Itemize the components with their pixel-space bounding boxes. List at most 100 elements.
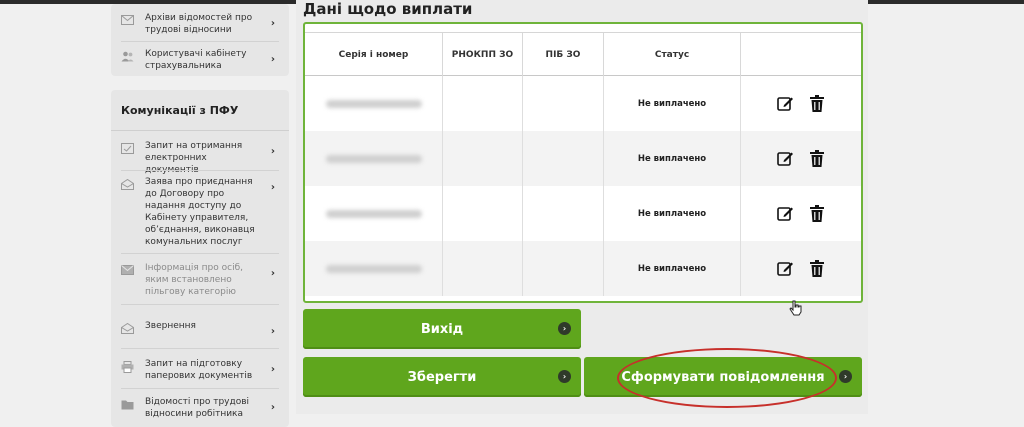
- edit-icon[interactable]: [776, 260, 794, 278]
- payment-data-table: Серія і номер РНОКПП ЗО ПІБ ЗО Статус Не…: [303, 22, 863, 303]
- redacted-value: [325, 264, 422, 273]
- cell-status: Не виплачено: [604, 131, 741, 186]
- cell-full-name: [523, 131, 604, 186]
- divider: [111, 130, 289, 131]
- status-text: Не виплачено: [637, 263, 707, 274]
- sidebar-item-label: Архіви відомостей про трудові відносини: [145, 13, 253, 35]
- divider: [121, 348, 279, 349]
- trash-icon[interactable]: [808, 260, 826, 278]
- divider: [121, 304, 279, 305]
- table-row: Не виплачено: [305, 241, 861, 296]
- chevron-right-icon: ›: [270, 268, 275, 279]
- cell-rnokpp: [443, 186, 523, 241]
- sidebar-item-paper-docs-request[interactable]: Запит на підготовку паперових документів…: [111, 358, 289, 382]
- envelope-icon: [121, 265, 135, 277]
- chevron-right-icon: ›: [270, 146, 275, 157]
- chevron-right-icon: ›: [270, 364, 275, 375]
- cell-status: Не виплачено: [604, 241, 741, 296]
- chevron-right-icon: ›: [270, 402, 275, 413]
- exit-button[interactable]: Вихід ›: [303, 309, 581, 349]
- edit-icon[interactable]: [776, 205, 794, 223]
- divider: [121, 170, 279, 171]
- sidebar-item-worker-employment-info[interactable]: Відомості про трудові відносини робітник…: [111, 396, 289, 420]
- arrow-right-icon: ›: [839, 370, 852, 383]
- cell-actions: [741, 131, 861, 186]
- section-heading: Комунікації з ПФУ: [121, 104, 239, 117]
- cell-series-number: [305, 76, 443, 131]
- sidebar-item-cabinet-users[interactable]: Користувачі кабінету страхувальника ›: [111, 48, 289, 72]
- divider: [121, 253, 279, 254]
- edit-icon[interactable]: [776, 150, 794, 168]
- redacted-value: [325, 154, 422, 163]
- button-label: Вихід: [420, 321, 464, 337]
- redacted-value: [325, 209, 422, 218]
- document-request-icon: [121, 143, 135, 155]
- edit-icon[interactable]: [776, 95, 794, 113]
- cell-full-name: [523, 186, 604, 241]
- cell-series-number: [305, 186, 443, 241]
- table-row: Не виплачено: [305, 76, 861, 131]
- trash-icon[interactable]: [808, 95, 826, 113]
- cell-full-name: [523, 76, 604, 131]
- sidebar-item-label: Звернення: [145, 321, 196, 331]
- sidebar-item-label: Відомості про трудові відносини робітник…: [145, 397, 250, 419]
- table-row: Не виплачено: [305, 186, 861, 241]
- chevron-right-icon: ›: [270, 326, 275, 337]
- generate-message-button[interactable]: Сформувати повідомлення ›: [584, 357, 862, 397]
- sidebar-item-benefit-category-info[interactable]: Інформація про осіб, яким встановлено пі…: [111, 262, 289, 298]
- button-label: Зберегти: [407, 369, 477, 385]
- envelope-open-icon: [121, 322, 135, 335]
- column-header-rnokpp: РНОКПП ЗО: [443, 33, 523, 77]
- sidebar-item-label: Запит на підготовку паперових документів: [145, 359, 253, 381]
- sidebar-item-appeals[interactable]: Звернення ›: [111, 320, 289, 337]
- button-label: Сформувати повідомлення: [621, 369, 825, 385]
- sidebar-item-label: Заява про приєднання до Договору про над…: [145, 177, 255, 247]
- column-header-actions: [741, 33, 861, 77]
- cell-actions: [741, 241, 861, 296]
- sidebar-item-label: Інформація про осіб, яким встановлено пі…: [145, 263, 243, 297]
- page: Архіви відомостей про трудові відносини …: [0, 0, 1024, 427]
- envelope-icon: [121, 15, 135, 27]
- cell-series-number: [305, 241, 443, 296]
- cell-actions: [741, 76, 861, 131]
- folder-icon: [121, 399, 135, 411]
- trash-icon[interactable]: [808, 150, 826, 168]
- column-header-full-name: ПІБ ЗО: [523, 33, 604, 77]
- sidebar-card-archives: Архіви відомостей про трудові відносини …: [111, 4, 289, 76]
- hand-cursor-icon: [789, 300, 803, 320]
- table-row: Не виплачено: [305, 131, 861, 186]
- printer-icon: [121, 361, 135, 373]
- redacted-value: [325, 99, 422, 108]
- divider: [121, 41, 279, 42]
- status-text: Не виплачено: [637, 98, 707, 109]
- envelope-open-icon: [121, 178, 135, 191]
- status-text: Не виплачено: [637, 153, 707, 164]
- sidebar-card-communications: Комунікації з ПФУ Запит на отримання еле…: [111, 90, 289, 427]
- page-title: Дані щодо виплати: [303, 0, 473, 18]
- chevron-right-icon: ›: [270, 54, 275, 65]
- cell-actions: [741, 186, 861, 241]
- sidebar-item-archives[interactable]: Архіви відомостей про трудові відносини …: [111, 12, 289, 36]
- divider: [121, 388, 279, 389]
- cell-rnokpp: [443, 131, 523, 186]
- table-header: Серія і номер РНОКПП ЗО ПІБ ЗО Статус: [305, 32, 861, 77]
- status-text: Не виплачено: [637, 208, 707, 219]
- arrow-right-icon: ›: [558, 370, 571, 383]
- column-header-status: Статус: [604, 33, 741, 77]
- cell-full-name: [523, 241, 604, 296]
- cell-status: Не виплачено: [604, 76, 741, 131]
- column-header-series-number: Серія і номер: [305, 33, 443, 77]
- chevron-right-icon: ›: [270, 18, 275, 29]
- users-icon: [121, 51, 135, 63]
- trash-icon[interactable]: [808, 205, 826, 223]
- cell-series-number: [305, 131, 443, 186]
- cell-rnokpp: [443, 76, 523, 131]
- cell-rnokpp: [443, 241, 523, 296]
- save-button[interactable]: Зберегти ›: [303, 357, 581, 397]
- sidebar: Архіви відомостей про трудові відносини …: [111, 4, 289, 427]
- chevron-right-icon: ›: [270, 182, 275, 193]
- sidebar-item-agreement-application[interactable]: Заява про приєднання до Договору про над…: [111, 176, 289, 248]
- arrow-right-icon: ›: [558, 322, 571, 335]
- cell-status: Не виплачено: [604, 186, 741, 241]
- sidebar-item-label: Користувачі кабінету страхувальника: [145, 49, 247, 71]
